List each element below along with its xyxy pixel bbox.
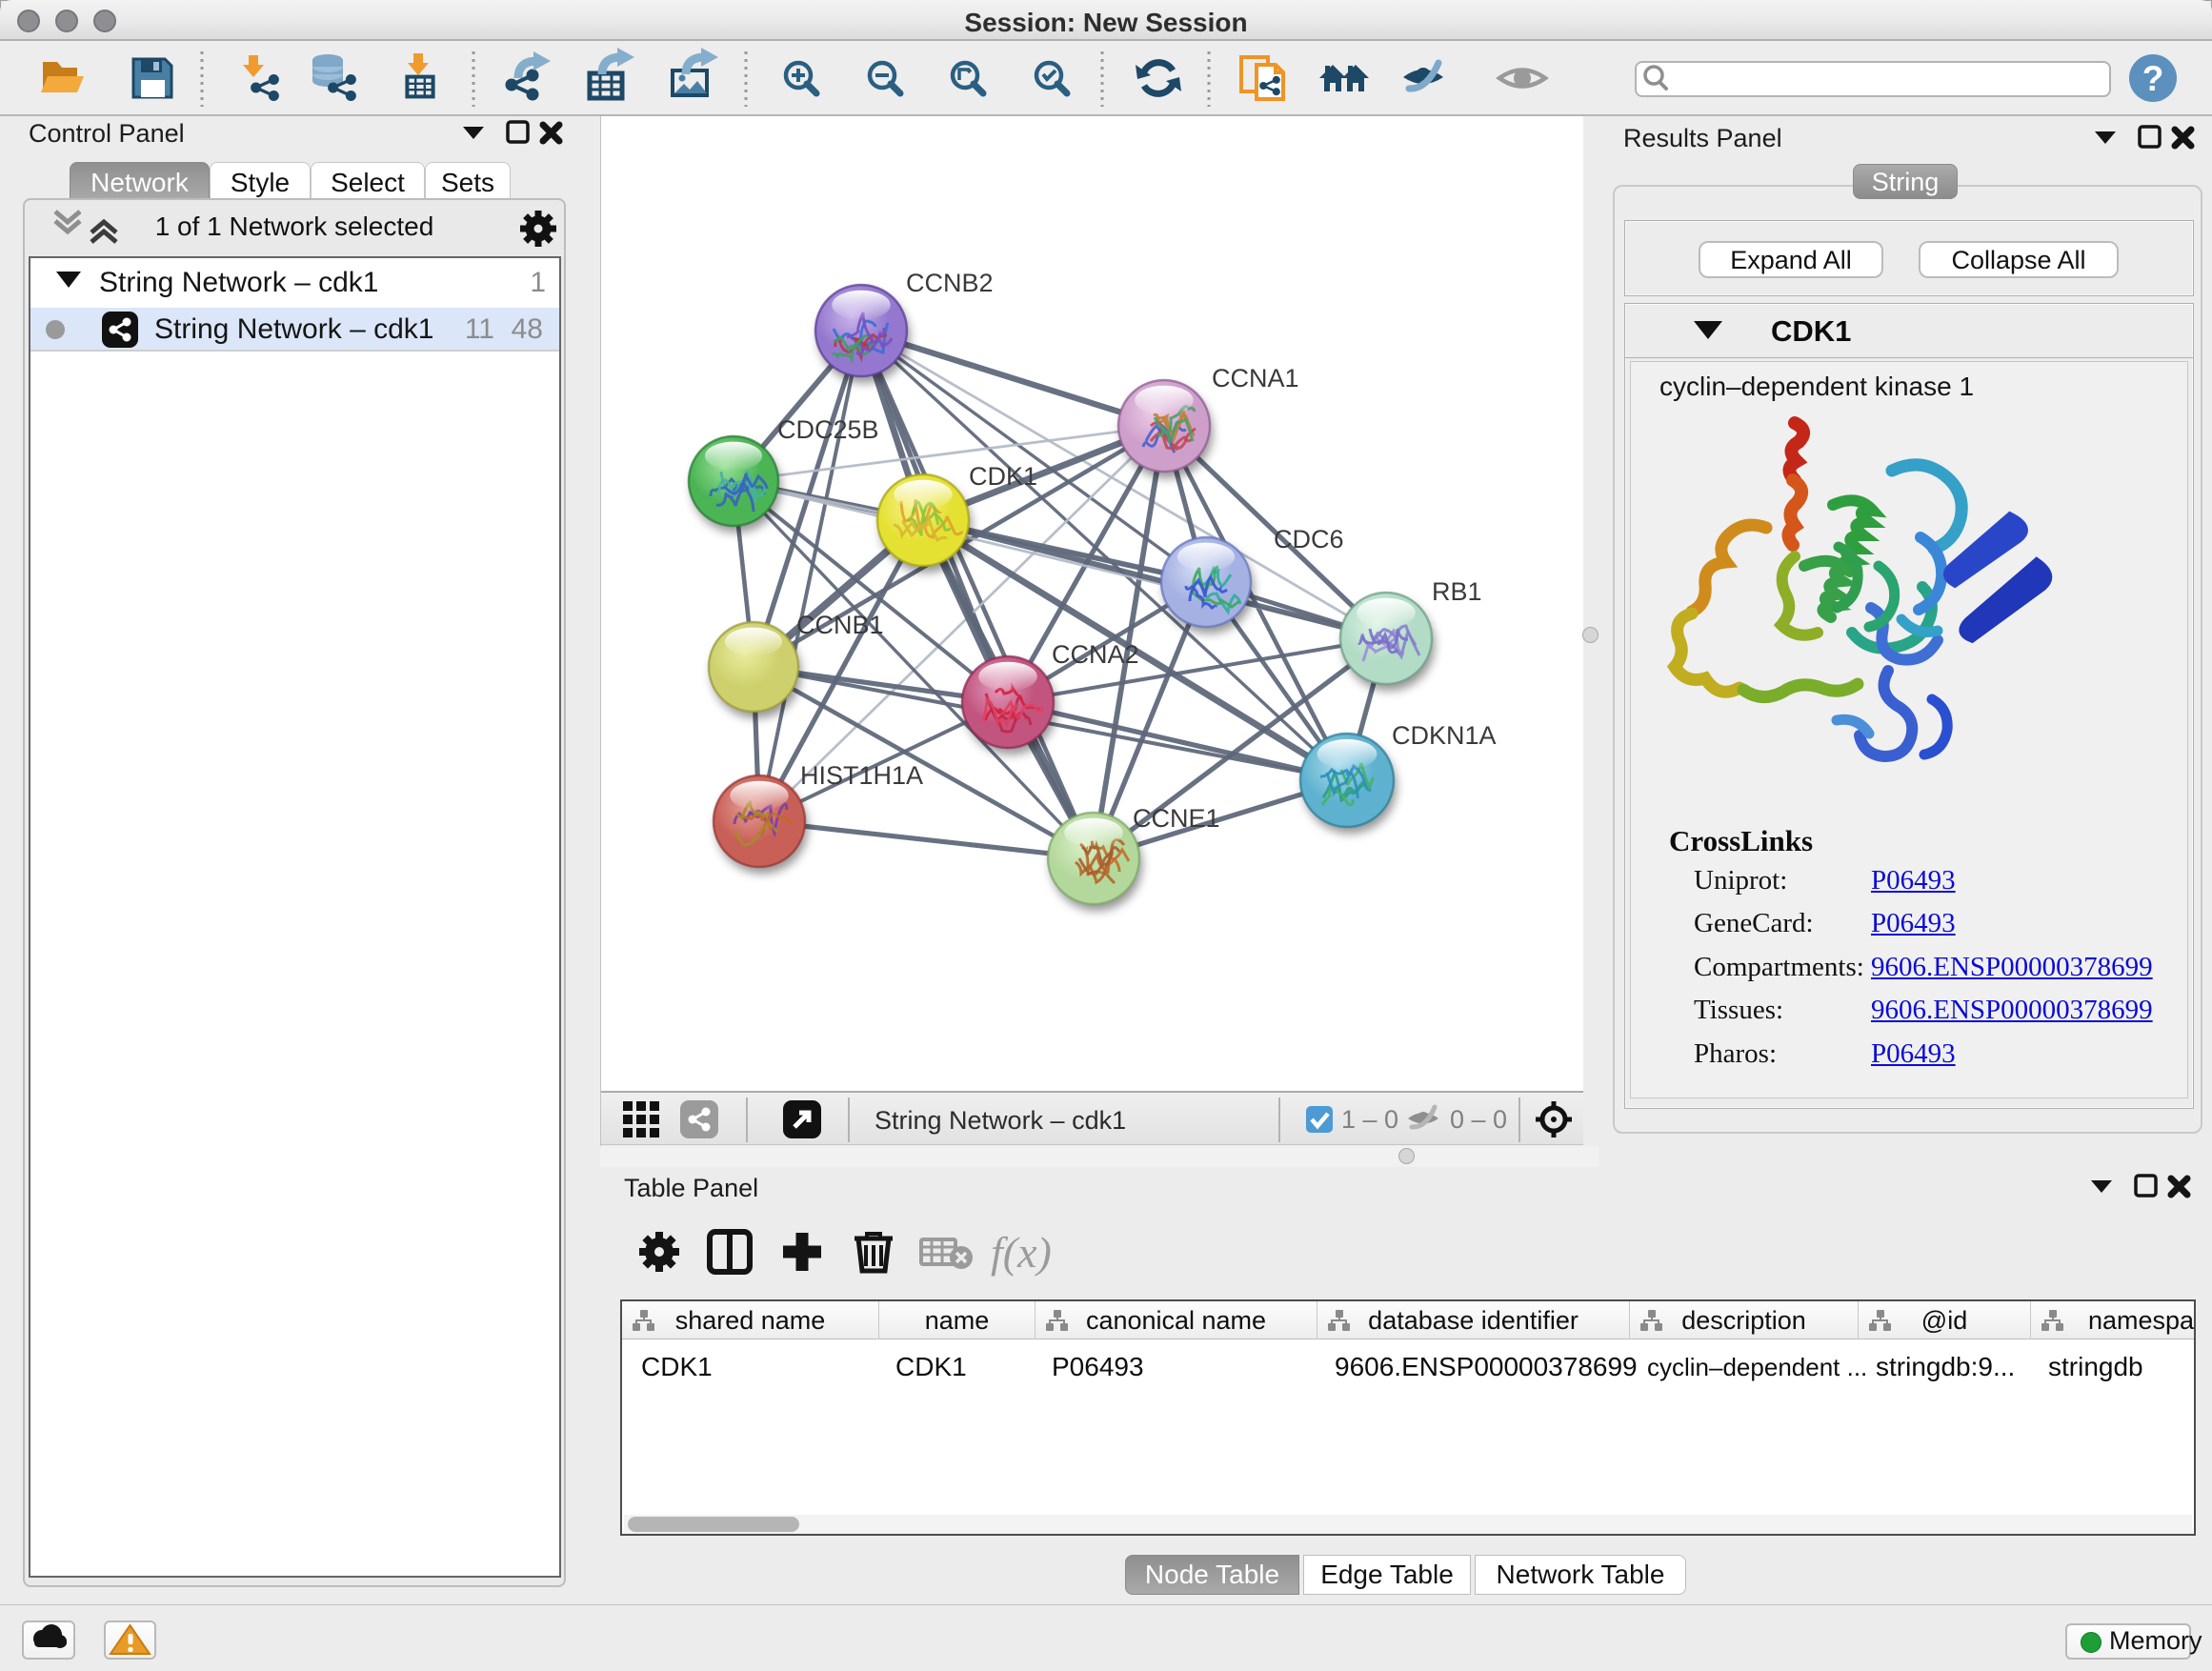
svg-text:CDK1: CDK1 — [969, 462, 1037, 491]
svg-text:CCNE1: CCNE1 — [1133, 804, 1220, 833]
svg-text:HIST1H1A: HIST1H1A — [800, 761, 923, 790]
svg-text:CCNB2: CCNB2 — [906, 269, 994, 297]
svg-text:RB1: RB1 — [1432, 577, 1482, 606]
svg-text:f(x): f(x) — [991, 1228, 1052, 1277]
svg-text:CCNA1: CCNA1 — [1212, 364, 1299, 393]
svg-text:CDC6: CDC6 — [1274, 525, 1344, 554]
svg-text:String Network – cdk1: String Network – cdk1 — [875, 1106, 1126, 1135]
svg-text:CDC25B: CDC25B — [777, 415, 879, 444]
svg-text:1 – 0: 1 – 0 — [1341, 1105, 1398, 1134]
svg-text:?: ? — [2142, 59, 2164, 98]
svg-text:CCNA2: CCNA2 — [1052, 640, 1139, 669]
svg-text:CDKN1A: CDKN1A — [1392, 721, 1497, 750]
svg-text:0 – 0: 0 – 0 — [1450, 1105, 1507, 1134]
svg-text:CCNB1: CCNB1 — [796, 611, 884, 639]
